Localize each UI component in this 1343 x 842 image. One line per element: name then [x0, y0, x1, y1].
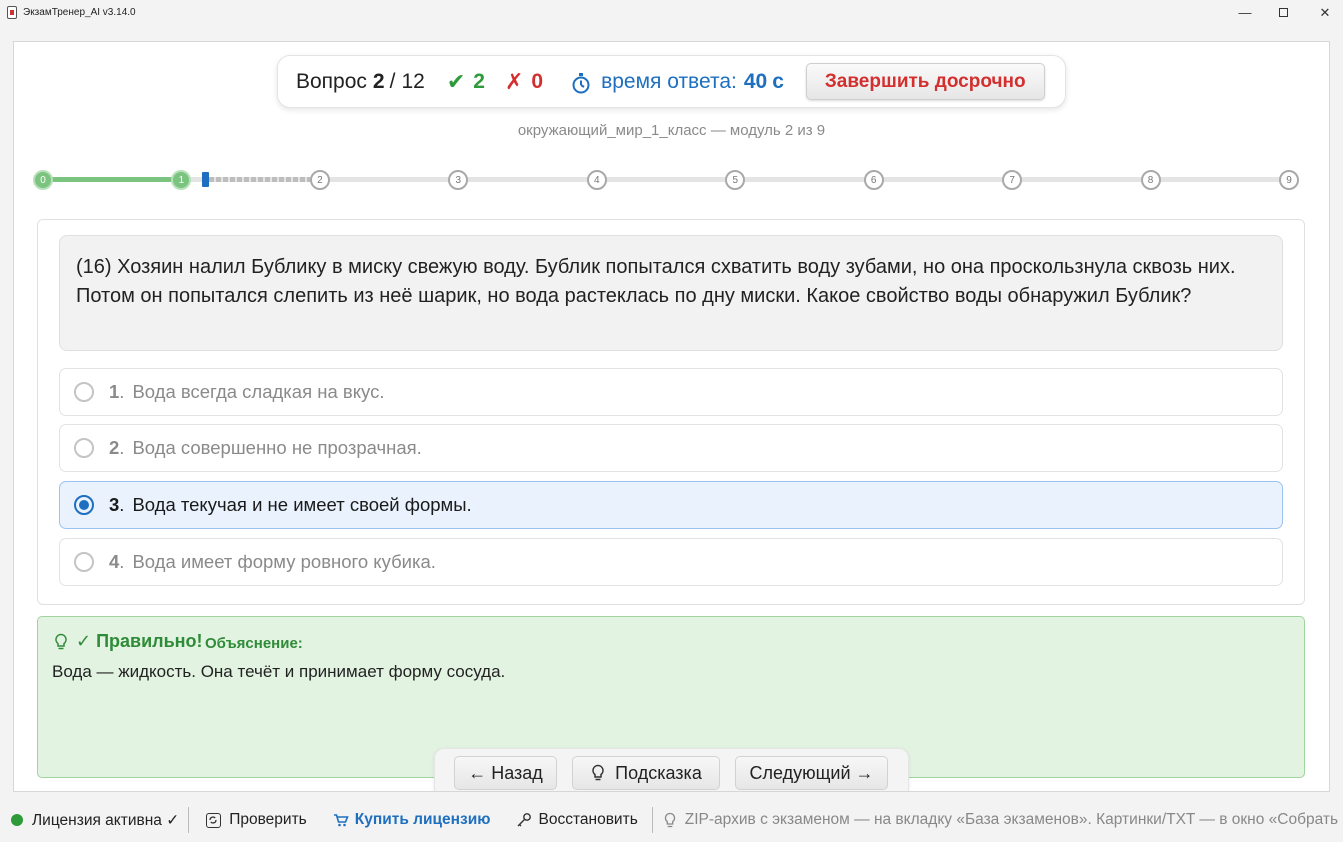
- explanation-text: Вода — жидкость. Она течёт и принимает ф…: [52, 662, 506, 681]
- license-status-dot: [11, 814, 23, 826]
- radio-button[interactable]: [74, 382, 94, 402]
- progress-node-7: 7: [1002, 170, 1023, 190]
- maximize-button[interactable]: [1260, 0, 1306, 25]
- refresh-icon: [206, 812, 222, 828]
- maximize-icon: [1278, 8, 1288, 17]
- option-text: Вода всегда сладкая на вкус.: [132, 381, 385, 402]
- option-text: Вода совершенно не прозрачная.: [132, 437, 422, 458]
- answer-option-1[interactable]: 1. Вода всегда сладкая на вкус.: [59, 368, 1283, 416]
- buy-license-label: Купить лицензию: [354, 811, 491, 828]
- main-panel: Вопрос 2 / 12 ✔ 2 ✗ 0 время ответа: 40 с…: [13, 41, 1330, 792]
- feedback-title: ✓ Правильно!: [76, 631, 203, 651]
- progress-node-1: 1: [171, 170, 192, 190]
- divider: [188, 807, 190, 833]
- progress-node-2: 2: [309, 170, 330, 190]
- option-dot: .: [119, 437, 125, 458]
- hint-label: Подсказка: [615, 762, 702, 783]
- option-text: Вода текучая и не имеет своей формы.: [132, 494, 472, 515]
- progress-node-0: 0: [33, 170, 53, 190]
- question-current: 2: [372, 69, 385, 93]
- option-number: 3: [109, 494, 120, 515]
- progress-node-6: 6: [863, 170, 884, 190]
- divider: [651, 807, 653, 833]
- check-icon: ✔: [446, 68, 466, 94]
- restore-label: Восстановить: [538, 811, 638, 828]
- finish-early-button[interactable]: Завершить досрочно: [805, 63, 1045, 100]
- status-bar: Лицензия активна ✓ Проверить Купить лице…: [0, 798, 1343, 842]
- radio-button[interactable]: [74, 438, 94, 458]
- answer-option-3[interactable]: 3. Вода текучая и не имеет своей формы.: [59, 481, 1283, 529]
- option-dot: .: [119, 494, 125, 515]
- answer-option-4[interactable]: 4. Вода имеет форму ровного кубика.: [59, 538, 1283, 586]
- check-license-button[interactable]: Проверить: [206, 811, 307, 829]
- license-status: Лицензия активна ✓: [32, 811, 180, 829]
- option-dot: .: [119, 381, 125, 402]
- hint-button[interactable]: Подсказка: [572, 756, 720, 790]
- wrong-count: 0: [531, 69, 544, 93]
- module-label: окружающий_мир_1_класс — модуль 2 из 9: [517, 122, 826, 139]
- cart-icon: [333, 813, 349, 827]
- question-total: 12: [401, 69, 425, 93]
- explanation-label: Объяснение:: [205, 635, 303, 652]
- progress-fill: [43, 177, 182, 182]
- app-icon: [7, 6, 17, 19]
- module-progress: 0 1 2 3 4 5 6 7 8 9: [31, 169, 1301, 191]
- answer-time-unit: с: [772, 69, 784, 93]
- radio-button[interactable]: [74, 495, 94, 515]
- cross-icon: ✗: [504, 68, 524, 94]
- restore-button[interactable]: Восстановить: [516, 811, 638, 829]
- option-number: 1: [109, 381, 120, 402]
- question-text: (16) Хозяин налил Бублику в миску свежую…: [59, 235, 1283, 351]
- option-number: 2: [109, 437, 120, 458]
- progress-marker: [201, 172, 209, 187]
- close-button[interactable]: ✕: [1302, 0, 1343, 25]
- stopwatch-icon: [571, 72, 591, 93]
- lightbulb-icon: [663, 812, 677, 829]
- option-text: Вода имеет форму ровного кубика.: [132, 551, 436, 572]
- status-tip: ZIP-архив с экзаменом — на вкладку «База…: [663, 811, 1343, 829]
- question-card: (16) Хозяин налил Бублику в миску свежую…: [37, 219, 1305, 605]
- back-button[interactable]: ← Назад: [454, 756, 557, 790]
- title-bar: ЭкзамТренер_AI v3.14.0 — ✕: [0, 0, 1343, 25]
- question-separator: /: [389, 69, 396, 93]
- lightbulb-icon: [53, 633, 69, 651]
- progress-node-3: 3: [448, 170, 469, 190]
- radio-button[interactable]: [74, 552, 94, 572]
- progress-node-8: 8: [1140, 170, 1161, 190]
- option-number: 4: [109, 551, 120, 572]
- correct-count: 2: [473, 69, 485, 93]
- buy-license-button[interactable]: Купить лицензию: [333, 811, 491, 829]
- question-prefix: Вопрос: [296, 69, 367, 93]
- answer-time-value: 40: [743, 69, 768, 93]
- option-dot: .: [119, 551, 125, 572]
- progress-node-9: 9: [1279, 170, 1299, 190]
- check-license-label: Проверить: [229, 811, 307, 828]
- status-tip-text: ZIP-архив с экзаменом — на вкладку «База…: [684, 811, 1343, 828]
- answer-time-label: время ответа:: [601, 69, 737, 93]
- progress-node-4: 4: [586, 170, 607, 190]
- window-title: ЭкзамТренер_AI v3.14.0: [23, 7, 136, 18]
- lightbulb-icon: [590, 764, 606, 782]
- progress-current-module: [208, 177, 310, 182]
- question-header: Вопрос 2 / 12 ✔ 2 ✗ 0 время ответа: 40 с…: [277, 55, 1066, 108]
- key-icon: [516, 812, 532, 828]
- next-button[interactable]: Следующий →: [735, 756, 888, 790]
- navigation-bar: ← Назад Подсказка Следующий →: [434, 748, 909, 791]
- answer-option-2[interactable]: 2. Вода совершенно не прозрачная.: [59, 424, 1283, 472]
- progress-node-5: 5: [725, 170, 746, 190]
